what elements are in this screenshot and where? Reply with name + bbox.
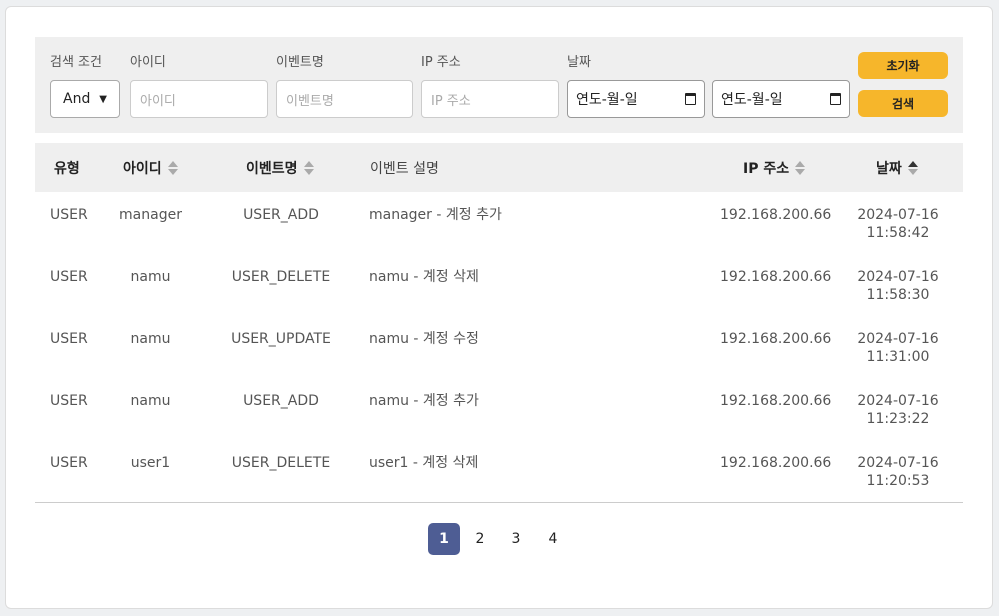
date-to-input[interactable]: 연도-월-일: [712, 80, 850, 118]
table-header: 유형 아이디 이벤트명 이벤트 설명 IP 주소 날짜: [35, 143, 963, 192]
reset-button[interactable]: 초기화: [858, 52, 948, 79]
col-ip-label: IP 주소: [743, 160, 790, 177]
row-type: USER: [50, 331, 88, 347]
row-id: namu: [130, 269, 171, 285]
page-button-2[interactable]: 2: [464, 523, 496, 555]
condition-select[interactable]: And ▼: [50, 80, 120, 118]
condition-select-value: And: [63, 91, 91, 107]
col-ip-header[interactable]: IP 주소: [743, 143, 806, 192]
col-event-label: 이벤트명: [246, 160, 298, 177]
row-date-day: 2024-07-16: [857, 269, 939, 285]
condition-label: 검색 조건: [50, 55, 102, 70]
table-row: USER user1 USER_DELETE user1 - 계정 삭제 192…: [35, 440, 963, 502]
row-event: USER_ADD: [243, 393, 319, 409]
row-date: 2024-07-16 11:23:22: [843, 392, 953, 428]
id-filter-input[interactable]: 아이디: [130, 80, 268, 118]
row-date-time: 11:58:30: [866, 287, 930, 303]
row-type: USER: [50, 393, 88, 409]
row-event: USER_UPDATE: [231, 331, 331, 347]
row-id: namu: [130, 393, 171, 409]
col-id-header[interactable]: 아이디: [123, 143, 178, 192]
row-desc: namu - 계정 수정: [369, 331, 479, 347]
row-date-day: 2024-07-16: [857, 331, 939, 347]
calendar-icon[interactable]: [685, 93, 696, 105]
row-date-time: 11:31:00: [866, 349, 930, 365]
row-date-time: 11:20:53: [866, 473, 930, 489]
ip-filter-label: IP 주소: [421, 55, 461, 70]
page-button-4[interactable]: 4: [537, 523, 569, 555]
table-row: USER namu USER_DELETE namu - 계정 삭제 192.1…: [35, 254, 963, 316]
page-button-3[interactable]: 3: [500, 523, 532, 555]
row-desc: namu - 계정 삭제: [369, 269, 479, 285]
page-button-1[interactable]: 1: [428, 523, 460, 555]
date-to-value: 연도-월-일: [721, 92, 783, 108]
row-event: USER_DELETE: [231, 269, 331, 285]
sort-icon[interactable]: [303, 160, 314, 175]
col-id-label: 아이디: [123, 160, 162, 177]
row-date-time: 11:58:42: [866, 225, 930, 241]
table-row: USER manager USER_ADD manager - 계정 추가 19…: [35, 192, 963, 254]
calendar-icon[interactable]: [830, 93, 841, 105]
date-filter-label: 날짜: [567, 55, 591, 70]
row-ip: 192.168.200.66: [720, 207, 832, 223]
id-filter-placeholder: 아이디: [140, 93, 176, 109]
event-filter-placeholder: 이벤트명: [286, 93, 334, 109]
date-from-value: 연도-월-일: [576, 92, 638, 108]
search-button[interactable]: 검색: [858, 90, 948, 117]
table-row: USER namu USER_UPDATE namu - 계정 수정 192.1…: [35, 316, 963, 378]
row-type: USER: [50, 207, 88, 223]
col-event-header[interactable]: 이벤트명: [246, 143, 314, 192]
sort-icon[interactable]: [167, 160, 178, 175]
filter-bar: 검색 조건 아이디 이벤트명 IP 주소 날짜 And ▼ 아이디 이벤트명 I…: [35, 37, 963, 133]
table-row: USER namu USER_ADD namu - 계정 추가 192.168.…: [35, 378, 963, 440]
row-type: USER: [50, 269, 88, 285]
row-date: 2024-07-16 11:20:53: [843, 454, 953, 490]
col-desc-label: 이벤트 설명: [370, 160, 439, 177]
row-ip: 192.168.200.66: [720, 393, 832, 409]
row-date-day: 2024-07-16: [857, 207, 939, 223]
row-id: namu: [130, 331, 171, 347]
table-bottom-divider: [35, 502, 963, 503]
event-filter-input[interactable]: 이벤트명: [276, 80, 413, 118]
row-date: 2024-07-16 11:31:00: [843, 330, 953, 366]
event-filter-label: 이벤트명: [276, 55, 324, 70]
sort-icon[interactable]: [795, 160, 806, 175]
row-id: user1: [130, 455, 171, 471]
col-type-header: 유형: [54, 143, 80, 192]
row-event: USER_DELETE: [231, 455, 331, 471]
col-type-label: 유형: [54, 160, 80, 177]
row-date: 2024-07-16 11:58:42: [843, 206, 953, 242]
row-ip: 192.168.200.66: [720, 455, 832, 471]
col-date-label: 날짜: [876, 160, 902, 177]
row-date: 2024-07-16 11:58:30: [843, 268, 953, 304]
row-event: USER_ADD: [243, 207, 319, 223]
row-date-day: 2024-07-16: [857, 393, 939, 409]
row-ip: 192.168.200.66: [720, 269, 832, 285]
ip-filter-placeholder: IP 주소: [431, 93, 471, 109]
row-desc: user1 - 계정 삭제: [369, 455, 479, 471]
row-desc: namu - 계정 추가: [369, 393, 479, 409]
col-date-header[interactable]: 날짜: [876, 143, 918, 192]
col-desc-header: 이벤트 설명: [370, 143, 439, 192]
id-filter-label: 아이디: [130, 55, 166, 70]
row-id: manager: [119, 207, 182, 223]
sort-icon[interactable]: [907, 160, 918, 175]
row-type: USER: [50, 455, 88, 471]
row-desc: manager - 계정 추가: [369, 207, 502, 223]
chevron-down-icon: ▼: [99, 93, 107, 105]
ip-filter-input[interactable]: IP 주소: [421, 80, 559, 118]
row-ip: 192.168.200.66: [720, 331, 832, 347]
row-date-day: 2024-07-16: [857, 455, 939, 471]
row-date-time: 11:23:22: [866, 411, 930, 427]
date-from-input[interactable]: 연도-월-일: [567, 80, 705, 118]
